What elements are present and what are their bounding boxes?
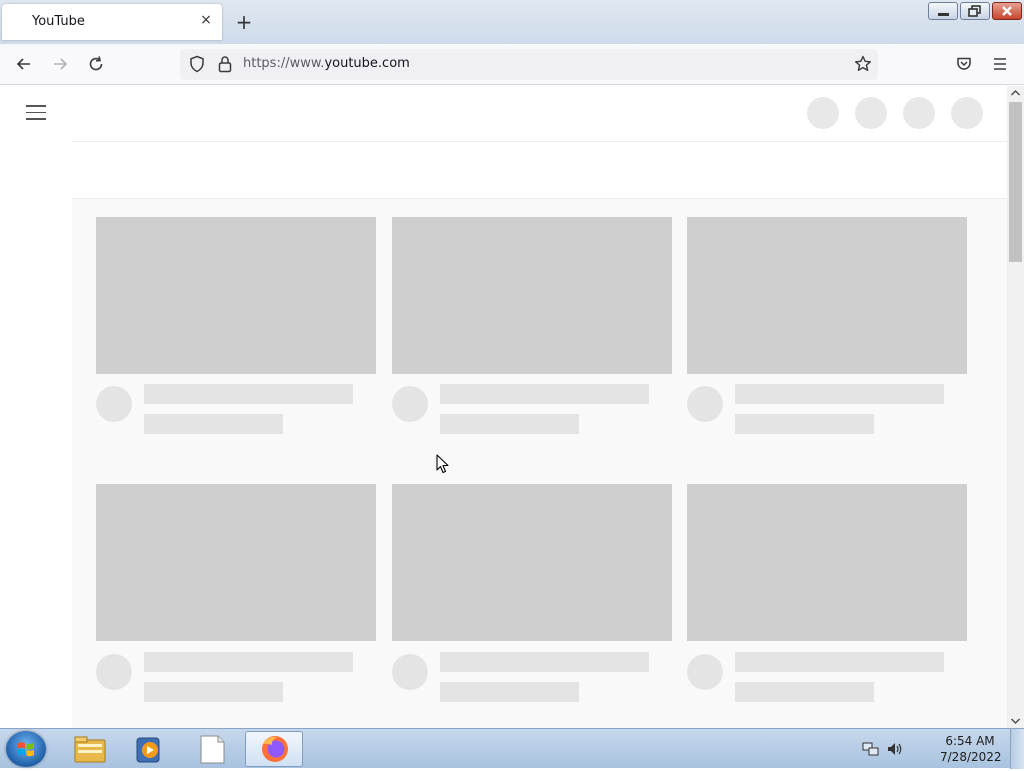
volume-icon[interactable] <box>886 741 904 757</box>
close-tab-icon[interactable]: × <box>198 12 214 28</box>
video-thumbnail-placeholder <box>687 217 967 374</box>
scroll-up-arrow-icon[interactable] <box>1007 86 1024 100</box>
minimize-icon <box>938 13 949 16</box>
pocket-icon[interactable] <box>954 54 974 74</box>
clock-time[interactable]: 6:54 AM <box>940 734 1000 748</box>
url-text[interactable]: https://www.youtube.com <box>243 56 410 71</box>
close-icon <box>1002 6 1012 16</box>
app-menu-icon[interactable] <box>990 54 1010 74</box>
chip-bar-placeholder <box>72 141 1007 199</box>
window-controls <box>928 2 1022 20</box>
close-window-button[interactable] <box>992 2 1022 20</box>
show-desktop-button[interactable] <box>1010 729 1024 769</box>
taskbar-notepad[interactable] <box>183 731 241 767</box>
folder-icon <box>74 736 106 763</box>
address-bar[interactable]: https://www.youtube.com <box>180 49 878 80</box>
restore-icon <box>968 5 981 17</box>
back-arrow-icon[interactable] <box>14 54 34 74</box>
url-prefix: https://www. <box>243 56 325 71</box>
video-title-placeholder <box>440 384 649 404</box>
channel-avatar-placeholder <box>392 386 428 422</box>
video-grid <box>72 199 1007 728</box>
taskbar-media-player[interactable] <box>121 731 179 767</box>
document-icon <box>200 735 225 764</box>
video-meta-placeholder <box>735 682 874 702</box>
start-button[interactable] <box>6 731 46 767</box>
restore-button[interactable] <box>960 2 990 20</box>
video-meta-placeholder <box>144 682 283 702</box>
bookmark-star-icon[interactable] <box>853 54 873 74</box>
shield-icon[interactable] <box>187 54 207 74</box>
video-meta-placeholder <box>440 414 579 434</box>
new-tab-icon[interactable]: + <box>234 12 254 32</box>
channel-avatar-placeholder <box>687 654 723 690</box>
system-tray: 6:54 AM 7/28/2022 <box>860 729 1002 769</box>
browser-titlebar: YouTube × + <box>0 0 1024 44</box>
tab-title: YouTube <box>32 14 85 29</box>
video-thumbnail-placeholder <box>392 484 672 641</box>
reload-icon[interactable] <box>86 54 106 74</box>
video-title-placeholder <box>440 652 649 672</box>
video-thumbnail-placeholder <box>687 484 967 641</box>
scroll-down-arrow-icon[interactable] <box>1007 714 1024 728</box>
clock-date[interactable]: 7/28/2022 <box>940 750 1002 764</box>
youtube-page <box>0 86 1007 728</box>
channel-avatar-placeholder <box>687 386 723 422</box>
video-meta-placeholder <box>440 682 579 702</box>
video-meta-placeholder <box>735 414 874 434</box>
header-placeholder-3 <box>903 97 935 129</box>
guide-menu-icon[interactable] <box>26 105 46 120</box>
navigation-toolbar: https://www.youtube.com <box>0 44 1024 85</box>
video-thumbnail-placeholder <box>392 217 672 374</box>
video-thumbnail-placeholder <box>96 484 376 641</box>
media-player-icon <box>136 737 160 763</box>
page-scrollbar[interactable] <box>1007 86 1024 728</box>
forward-arrow-icon[interactable] <box>50 54 70 74</box>
taskbar-explorer[interactable] <box>60 731 118 767</box>
taskbar-firefox[interactable] <box>245 731 303 767</box>
video-meta-placeholder <box>144 414 283 434</box>
video-title-placeholder <box>735 652 944 672</box>
video-thumbnail-placeholder <box>96 217 376 374</box>
channel-avatar-placeholder <box>96 386 132 422</box>
channel-avatar-placeholder <box>96 654 132 690</box>
tab-youtube[interactable]: YouTube × <box>2 4 222 40</box>
scrollbar-thumb[interactable] <box>1009 102 1022 262</box>
windows-taskbar: 6:54 AM 7/28/2022 <box>0 728 1024 769</box>
minimize-button[interactable] <box>928 2 958 20</box>
video-title-placeholder <box>144 652 353 672</box>
firefox-icon <box>262 736 288 762</box>
network-icon[interactable] <box>862 741 880 757</box>
url-domain: youtube.com <box>324 56 410 71</box>
lock-icon[interactable] <box>215 54 235 74</box>
header-placeholder-2 <box>855 97 887 129</box>
windows-logo-icon <box>18 742 34 757</box>
video-title-placeholder <box>144 384 353 404</box>
video-title-placeholder <box>735 384 944 404</box>
header-placeholder-4 <box>951 97 983 129</box>
channel-avatar-placeholder <box>392 654 428 690</box>
mouse-cursor-icon <box>436 454 449 474</box>
header-placeholder-1 <box>807 97 839 129</box>
